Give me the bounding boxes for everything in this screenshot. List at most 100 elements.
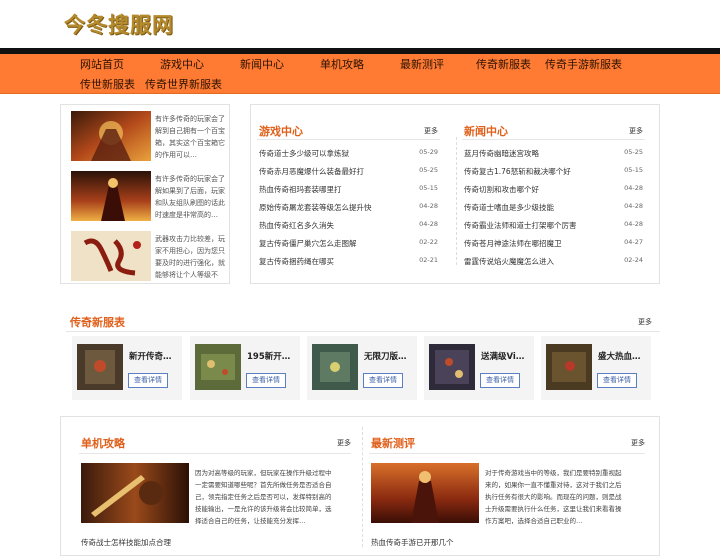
- server-card[interactable]: 新开传奇… 查看详情: [72, 336, 182, 400]
- server-name[interactable]: 盛大热血…: [598, 350, 646, 362]
- server-name[interactable]: 送满级Vi…: [481, 350, 529, 362]
- featured-list: 有许多传奇的玩家会了解到自己拥有一个百宝箱，其实这个百宝箱它的作用可以… 有许多…: [60, 104, 230, 284]
- list-item[interactable]: 传奇道士多少级可以拿炼狱 05-29: [259, 145, 438, 163]
- guides-feature-image[interactable]: [81, 463, 189, 523]
- list-item[interactable]: 原始传奇屠龙套装等级怎么提升快 04-28: [259, 199, 438, 217]
- item-title[interactable]: 雷霆传说焰火魔魔怎么进入: [464, 256, 554, 267]
- server-card[interactable]: 无限刀版… 查看详情: [307, 336, 417, 400]
- item-title[interactable]: 传奇苍月神途法师在哪招魔卫: [464, 238, 562, 249]
- nav-guides[interactable]: 单机攻略: [320, 56, 364, 72]
- news-center-title[interactable]: 新闻中心: [464, 123, 508, 139]
- reviews-summary[interactable]: 对于传奇游戏当中的等级，我们是要特别重视起来的，如果你一直不懂重对待，这对于我们…: [485, 467, 623, 525]
- nav-home[interactable]: 网站首页: [80, 56, 124, 72]
- item-title[interactable]: 传奇道士多少级可以拿炼狱: [259, 148, 349, 159]
- item-date: 04-28: [419, 202, 438, 210]
- item-title[interactable]: 原始传奇屠龙套装等级怎么提升快: [259, 202, 372, 213]
- list-item[interactable]: 蓝月传奇幽暗迷宫攻略 05-25: [464, 145, 643, 163]
- view-details-button[interactable]: 查看详情: [363, 373, 403, 388]
- server-thumbnail[interactable]: [77, 344, 123, 390]
- nav-chuanshi-servers[interactable]: 传世新服表: [80, 76, 135, 92]
- server-name[interactable]: 无限刀版…: [364, 350, 412, 362]
- list-item[interactable]: 复古传奇僵尸巢穴怎么走图解 02-22: [259, 235, 438, 253]
- reviews-title[interactable]: 最新测评: [371, 435, 415, 451]
- main-nav: 网站首页 游戏中心 新闻中心 单机攻略 最新测评 传奇新服表 传奇手游新服表 传…: [0, 54, 720, 94]
- featured-thumbnail[interactable]: [71, 111, 151, 161]
- item-title[interactable]: 传奇道士嗜血是多少级技能: [464, 202, 554, 213]
- server-name[interactable]: 195新开…: [247, 350, 295, 362]
- server-thumbnail[interactable]: [195, 344, 241, 390]
- server-card[interactable]: 195新开… 查看详情: [190, 336, 300, 400]
- item-title[interactable]: 热血传奇祖玛套装哪里打: [259, 184, 342, 195]
- item-title[interactable]: 传奇霸业法师和道士打架哪个厉害: [464, 220, 577, 231]
- game-center-title[interactable]: 游戏中心: [259, 123, 303, 139]
- game-center-column: 游戏中心 更多 传奇道士多少级可以拿炼狱 05-29 传奇赤月恶魔爆什么装备最好打…: [251, 105, 446, 285]
- view-details-button[interactable]: 查看详情: [246, 373, 286, 388]
- server-thumbnail[interactable]: [429, 344, 475, 390]
- new-servers-more-link[interactable]: 更多: [638, 317, 652, 327]
- server-thumbnail[interactable]: [546, 344, 592, 390]
- guides-title[interactable]: 单机攻略: [81, 435, 125, 451]
- guides-summary[interactable]: 因为对高等级的玩家，但玩家在操作升级过程中一定需要知道哪些呢？首先所做任务是否适…: [195, 467, 333, 525]
- view-details-button[interactable]: 查看详情: [597, 373, 637, 388]
- reviews-more-link[interactable]: 更多: [631, 438, 645, 448]
- item-title[interactable]: 复古传奇捆药绳在哪买: [259, 256, 334, 267]
- reviews-list-item[interactable]: 热血传奇手游已开那几个: [371, 537, 454, 548]
- nav-news-center[interactable]: 新闻中心: [240, 56, 284, 72]
- server-thumbnail[interactable]: [312, 344, 358, 390]
- nav-mobile-servers[interactable]: 传奇手游新服表: [545, 56, 622, 72]
- list-item[interactable]: 传奇道士嗜血是多少级技能 04-28: [464, 199, 643, 217]
- item-title[interactable]: 传奇赤月恶魔爆什么装备最好打: [259, 166, 364, 177]
- item-title[interactable]: 蓝月传奇幽暗迷宫攻略: [464, 148, 539, 159]
- list-item[interactable]: 传奇赤月恶魔爆什么装备最好打 05-25: [259, 163, 438, 181]
- item-date: 05-15: [419, 184, 438, 192]
- list-item[interactable]: 热血传奇祖玛套装哪里打 05-15: [259, 181, 438, 199]
- nav-game-center[interactable]: 游戏中心: [160, 56, 204, 72]
- item-date: 05-29: [419, 148, 438, 156]
- featured-thumbnail[interactable]: [71, 171, 151, 221]
- item-title[interactable]: 传奇切割和攻击哪个好: [464, 184, 539, 195]
- nav-reviews[interactable]: 最新测评: [400, 56, 444, 72]
- guides-list-item[interactable]: 传奇战士怎样技能加点合理: [81, 537, 171, 548]
- server-name[interactable]: 新开传奇…: [129, 350, 177, 362]
- featured-item[interactable]: 有许多传奇的玩家会了解如果到了后面，玩家和队友组队刷图的话此时速度是非常高的…: [69, 169, 229, 221]
- list-item[interactable]: 复古传奇捆药绳在哪买 02-21: [259, 253, 438, 271]
- nav-world-servers[interactable]: 传奇世界新服表: [145, 76, 222, 92]
- item-date: 02-21: [419, 256, 438, 264]
- item-title[interactable]: 复古传奇僵尸巢穴怎么走图解: [259, 238, 357, 249]
- list-item[interactable]: 传奇苍月神途法师在哪招魔卫 04-27: [464, 235, 643, 253]
- view-details-button[interactable]: 查看详情: [128, 373, 168, 388]
- featured-summary[interactable]: 有许多传奇的玩家会了解如果到了后面，玩家和队友组队刷图的话此时速度是非常高的…: [155, 173, 227, 223]
- item-title[interactable]: 传奇复古1.76怒斩和裁决哪个好: [464, 166, 571, 177]
- guides-more-link[interactable]: 更多: [337, 438, 351, 448]
- item-date: 04-28: [624, 202, 643, 210]
- news-panel: 游戏中心 更多 传奇道士多少级可以拿炼狱 05-29 传奇赤月恶魔爆什么装备最好打…: [250, 104, 660, 284]
- list-item[interactable]: 传奇切割和攻击哪个好 04-28: [464, 181, 643, 199]
- item-date: 04-27: [624, 238, 643, 246]
- item-date: 02-24: [624, 256, 643, 264]
- guides-column: 单机攻略 更多 因为对高等级的玩家，但玩家在操作升级过程中一定需要知道哪些呢？首…: [61, 417, 351, 557]
- divider: [369, 453, 645, 454]
- list-item[interactable]: 传奇复古1.76怒斩和裁决哪个好 05-15: [464, 163, 643, 181]
- list-item[interactable]: 热血传奇红名多久消失 04-28: [259, 217, 438, 235]
- news-center-more-link[interactable]: 更多: [629, 126, 643, 136]
- item-title[interactable]: 热血传奇红名多久消失: [259, 220, 334, 231]
- divider: [79, 453, 351, 454]
- new-servers-title[interactable]: 传奇新服表: [70, 314, 125, 330]
- list-item[interactable]: 传奇霸业法师和道士打架哪个厉害 04-28: [464, 217, 643, 235]
- server-card[interactable]: 送满级Vi… 查看详情: [424, 336, 534, 400]
- view-details-button[interactable]: 查看详情: [480, 373, 520, 388]
- reviews-feature-image[interactable]: [371, 463, 479, 523]
- item-date: 02-22: [419, 238, 438, 246]
- featured-thumbnail[interactable]: [71, 231, 151, 281]
- reviews-column: 最新测评 更多 对于传奇游戏当中的等级，我们是要特别重视起来的，如果你一直不懂重…: [351, 417, 645, 557]
- featured-item[interactable]: 武器攻击力比较差，玩家不用担心，因为您只要及时的进行强化，就能够将让个人等级不同…: [69, 229, 229, 281]
- site-logo[interactable]: 今冬搜服网: [64, 9, 174, 39]
- list-item[interactable]: 雷霆传说焰火魔魔怎么进入 02-24: [464, 253, 643, 271]
- featured-item[interactable]: 有许多传奇的玩家会了解到自己拥有一个百宝箱，其实这个百宝箱它的作用可以…: [69, 109, 229, 161]
- game-center-more-link[interactable]: 更多: [424, 126, 438, 136]
- nav-chuanqi-servers[interactable]: 传奇新服表: [476, 56, 531, 72]
- item-date: 05-25: [624, 148, 643, 156]
- server-card[interactable]: 盛大热血… 查看详情: [541, 336, 651, 400]
- featured-summary[interactable]: 有许多传奇的玩家会了解到自己拥有一个百宝箱，其实这个百宝箱它的作用可以…: [155, 113, 227, 163]
- featured-summary[interactable]: 武器攻击力比较差，玩家不用担心，因为您只要及时的进行强化，就能够将让个人等级不同…: [155, 233, 227, 283]
